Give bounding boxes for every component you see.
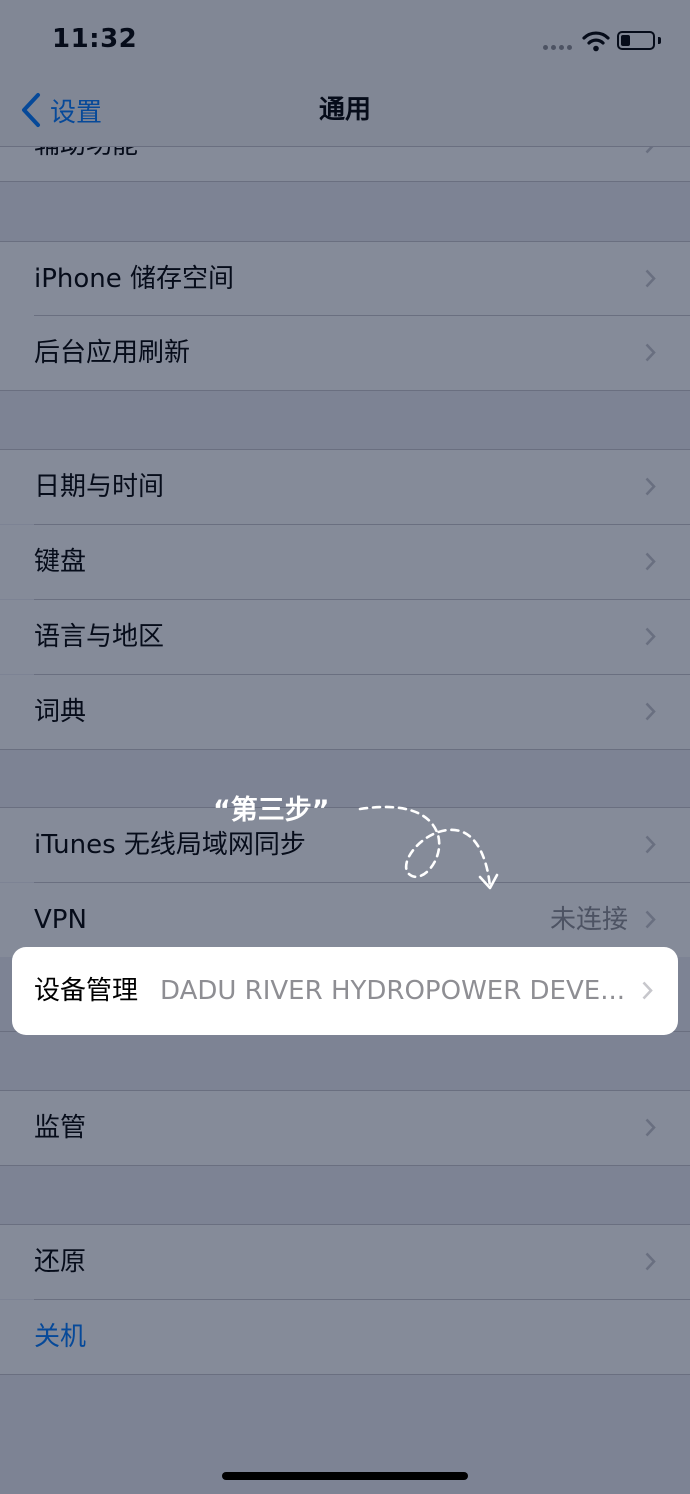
settings-row-device-management[interactable]: 设备管理 DADU RIVER HYDROPOWER DEVE... [12, 947, 678, 1035]
dim-overlay [0, 0, 690, 1494]
row-value: DADU RIVER HYDROPOWER DEVE... [160, 976, 625, 1006]
step-annotation-label: “第三步” [213, 795, 330, 826]
chevron-right-icon [642, 981, 653, 1000]
dashed-arrow-icon [358, 805, 499, 890]
row-label: 设备管理 [34, 976, 139, 1006]
home-indicator[interactable] [222, 1472, 468, 1480]
